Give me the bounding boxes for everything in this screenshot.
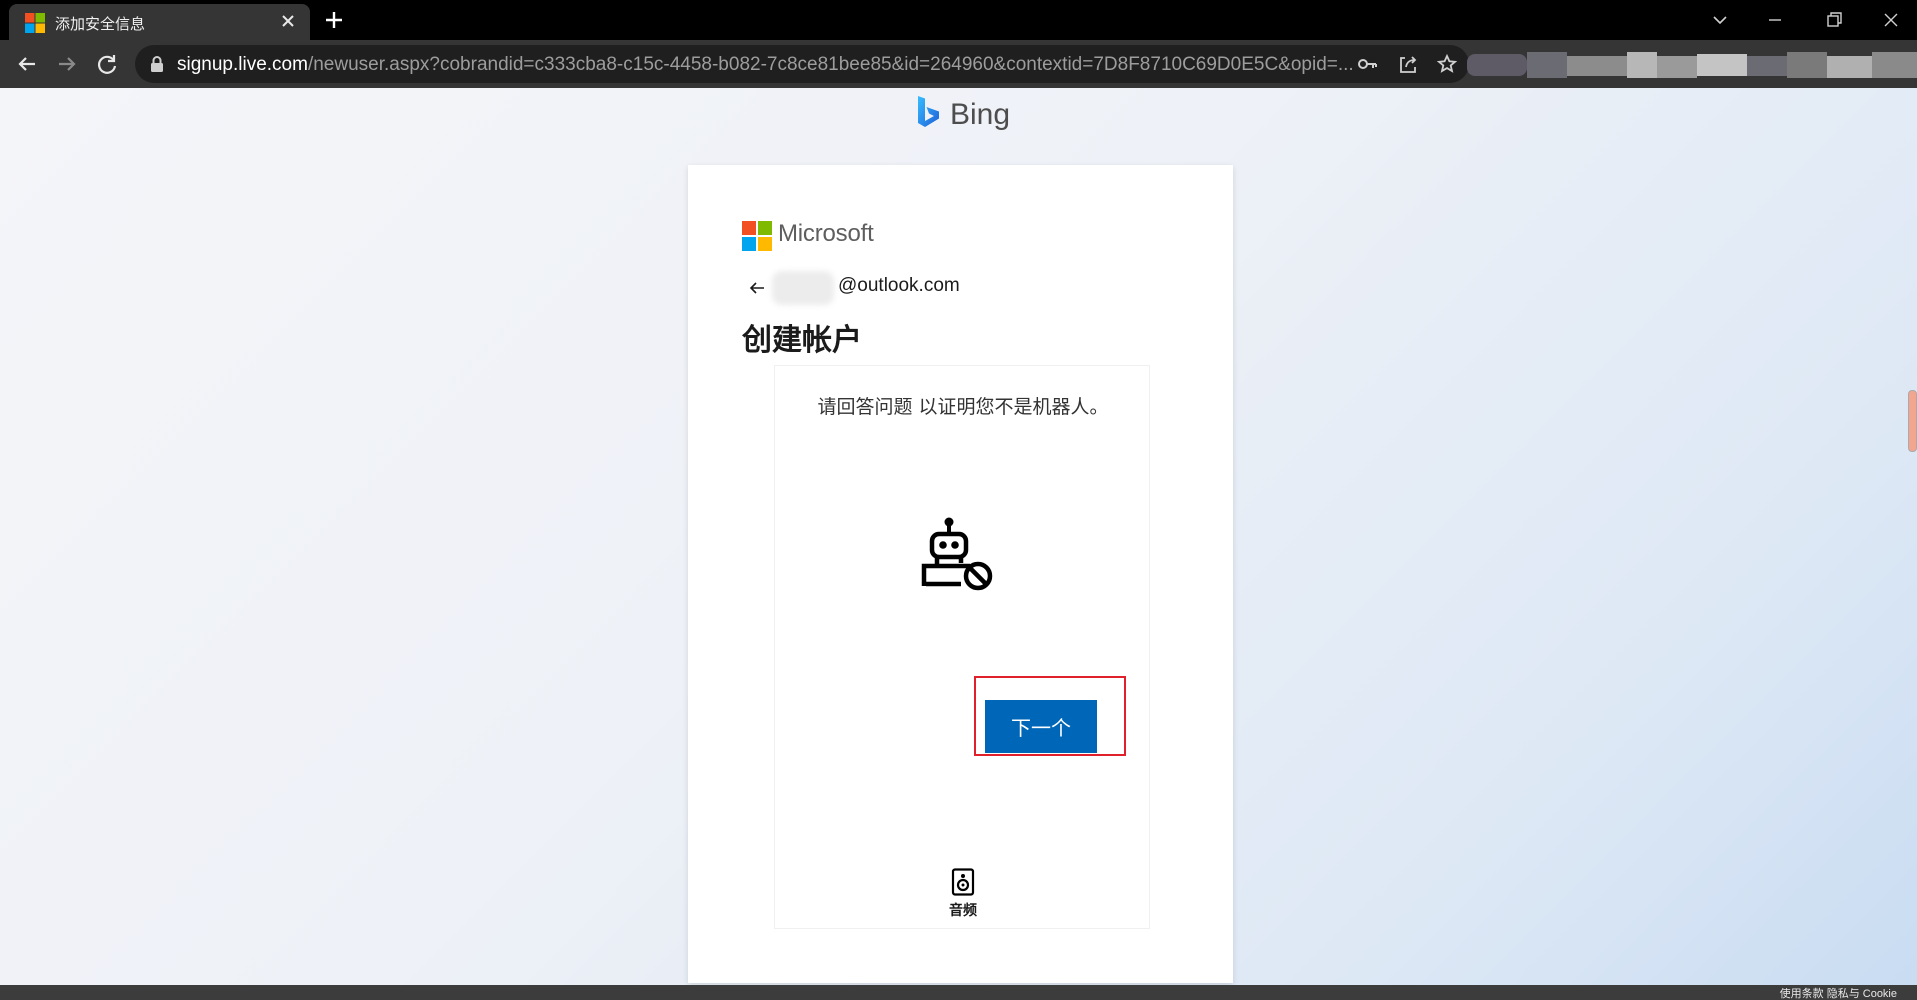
page-title: 创建帐户 — [742, 323, 862, 358]
next-button[interactable]: 下一个 — [985, 700, 1097, 753]
url-host: signup.live.com — [177, 54, 308, 75]
url-text[interactable]: signup.live.com/newuser.aspx?cobrandid=c… — [177, 54, 1354, 76]
plus-icon[interactable] — [322, 8, 346, 32]
reload-icon[interactable] — [93, 50, 121, 78]
address-bar[interactable]: signup.live.com/newuser.aspx?cobrandid=c… — [135, 45, 1469, 83]
feedback-tab[interactable] — [1908, 390, 1917, 452]
browser-tab[interactable]: 添加安全信息 — [9, 4, 310, 40]
captcha-panel: 请回答问题 以证明您不是机器人。 下一个 音频 — [774, 365, 1150, 929]
email-username-redacted — [772, 271, 834, 305]
audio-option-label[interactable]: 音频 — [775, 900, 1151, 920]
key-icon[interactable] — [1356, 53, 1378, 75]
footer-links[interactable]: 使用条款 隐私与 Cookie — [1780, 985, 1897, 1000]
tab-strip: 添加安全信息 — [0, 0, 1917, 40]
star-icon[interactable] — [1436, 53, 1458, 75]
minimize-icon[interactable] — [1761, 6, 1789, 34]
browser-toolbar: signup.live.com/newuser.aspx?cobrandid=c… — [0, 40, 1917, 88]
share-icon[interactable] — [1397, 53, 1419, 75]
page-footer: 使用条款 隐私与 Cookie — [0, 985, 1917, 1000]
restore-icon[interactable] — [1820, 6, 1848, 34]
bing-wordmark: Bing — [950, 98, 1011, 131]
arrow-left-icon[interactable] — [746, 277, 768, 299]
microsoft-logo-icon — [742, 221, 772, 251]
microsoft-logo-icon — [25, 13, 45, 33]
lock-icon[interactable] — [149, 55, 165, 73]
chevron-down-icon[interactable] — [1706, 6, 1734, 34]
email-address: @outlook.com — [838, 275, 960, 296]
microsoft-wordmark: Microsoft — [778, 220, 874, 247]
back-icon[interactable] — [13, 50, 41, 78]
bing-logo: Bing — [914, 94, 1034, 134]
window-close-icon[interactable] — [1877, 6, 1905, 34]
captcha-prompt: 请回答问题 以证明您不是机器人。 — [817, 396, 1109, 418]
url-path: /newuser.aspx?cobrandid=c333cba8-c15c-44… — [307, 54, 1354, 75]
extensions-area — [1467, 52, 1917, 78]
bing-logo-icon — [918, 96, 939, 127]
forward-icon[interactable] — [53, 50, 81, 78]
speaker-icon[interactable] — [951, 868, 975, 896]
tab-title: 添加安全信息 — [55, 15, 146, 33]
robot-block-icon — [921, 517, 993, 591]
close-icon[interactable] — [277, 10, 299, 32]
signup-card: Microsoft @outlook.com 创建帐户 请回答问题 以证明您不是… — [688, 165, 1233, 983]
